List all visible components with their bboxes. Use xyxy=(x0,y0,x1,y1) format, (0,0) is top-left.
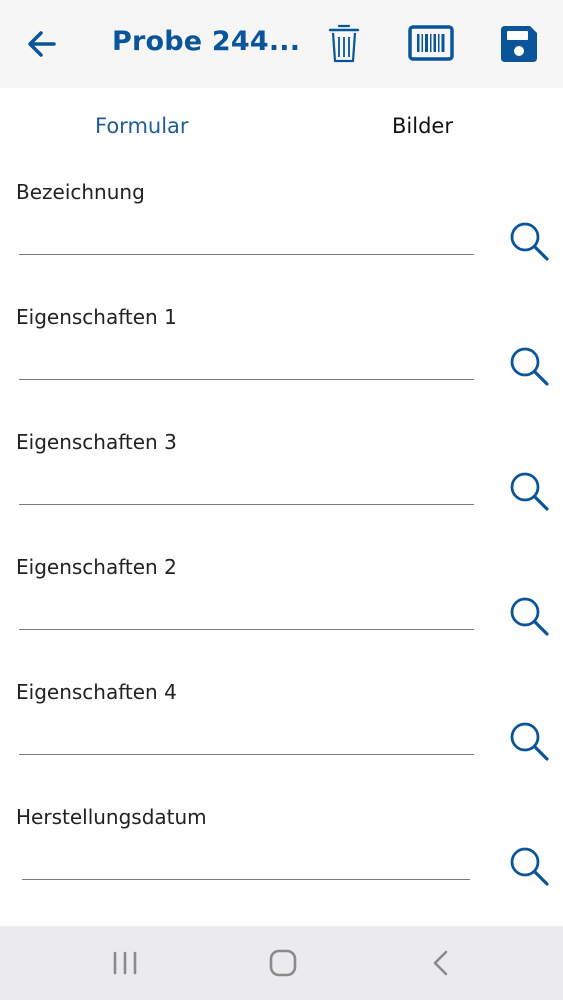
field-eigenschaften-4: Eigenschaften 4 xyxy=(0,680,563,805)
page-title: Probe 244... xyxy=(112,26,301,57)
field-label: Bezeichnung xyxy=(16,180,145,204)
back-chevron-icon xyxy=(433,950,448,976)
recent-apps-button[interactable] xyxy=(111,950,141,976)
system-back-button[interactable] xyxy=(428,948,454,978)
search-button[interactable] xyxy=(508,220,550,262)
search-button[interactable] xyxy=(508,720,550,762)
delete-button[interactable] xyxy=(327,22,361,64)
search-icon xyxy=(510,597,549,636)
search-icon xyxy=(510,222,549,261)
floppy-disk-icon xyxy=(501,26,537,62)
tab-bilder[interactable]: Bilder xyxy=(392,114,453,138)
search-button[interactable] xyxy=(508,845,550,887)
search-icon xyxy=(510,472,549,511)
bezeichnung-input[interactable] xyxy=(19,214,474,255)
field-label: Herstellungsdatum xyxy=(16,805,207,829)
eigenschaften-3-input[interactable] xyxy=(19,464,474,505)
search-button[interactable] xyxy=(508,595,550,637)
arrow-left-icon xyxy=(28,31,56,57)
home-button[interactable] xyxy=(268,948,298,978)
barcode-scan-button[interactable] xyxy=(408,25,454,61)
eigenschaften-1-input[interactable] xyxy=(19,339,474,380)
search-button[interactable] xyxy=(508,470,550,512)
search-icon xyxy=(510,847,549,886)
back-button[interactable] xyxy=(24,26,60,62)
field-herstellungsdatum: Herstellungsdatum xyxy=(0,805,563,930)
field-eigenschaften-2: Eigenschaften 2 xyxy=(0,555,563,680)
eigenschaften-4-input[interactable] xyxy=(19,714,474,755)
eigenschaften-2-input[interactable] xyxy=(19,589,474,630)
search-button[interactable] xyxy=(508,345,550,387)
barcode-icon xyxy=(408,25,454,61)
app-bar: Probe 244... xyxy=(0,0,563,88)
save-button[interactable] xyxy=(499,24,539,64)
tab-formular[interactable]: Formular xyxy=(95,114,189,138)
field-eigenschaften-1: Eigenschaften 1 xyxy=(0,305,563,430)
herstellungsdatum-input[interactable] xyxy=(22,839,470,880)
field-label: Eigenschaften 2 xyxy=(16,555,177,579)
search-icon xyxy=(510,722,549,761)
field-bezeichnung: Bezeichnung xyxy=(0,180,563,305)
trash-icon xyxy=(328,24,360,63)
field-eigenschaften-3: Eigenschaften 3 xyxy=(0,430,563,555)
search-icon xyxy=(510,347,549,386)
recent-apps-icon xyxy=(113,951,137,975)
field-label: Eigenschaften 3 xyxy=(16,430,177,454)
field-label: Eigenschaften 1 xyxy=(16,305,177,329)
home-icon xyxy=(269,949,297,977)
field-label: Eigenschaften 4 xyxy=(16,680,177,704)
